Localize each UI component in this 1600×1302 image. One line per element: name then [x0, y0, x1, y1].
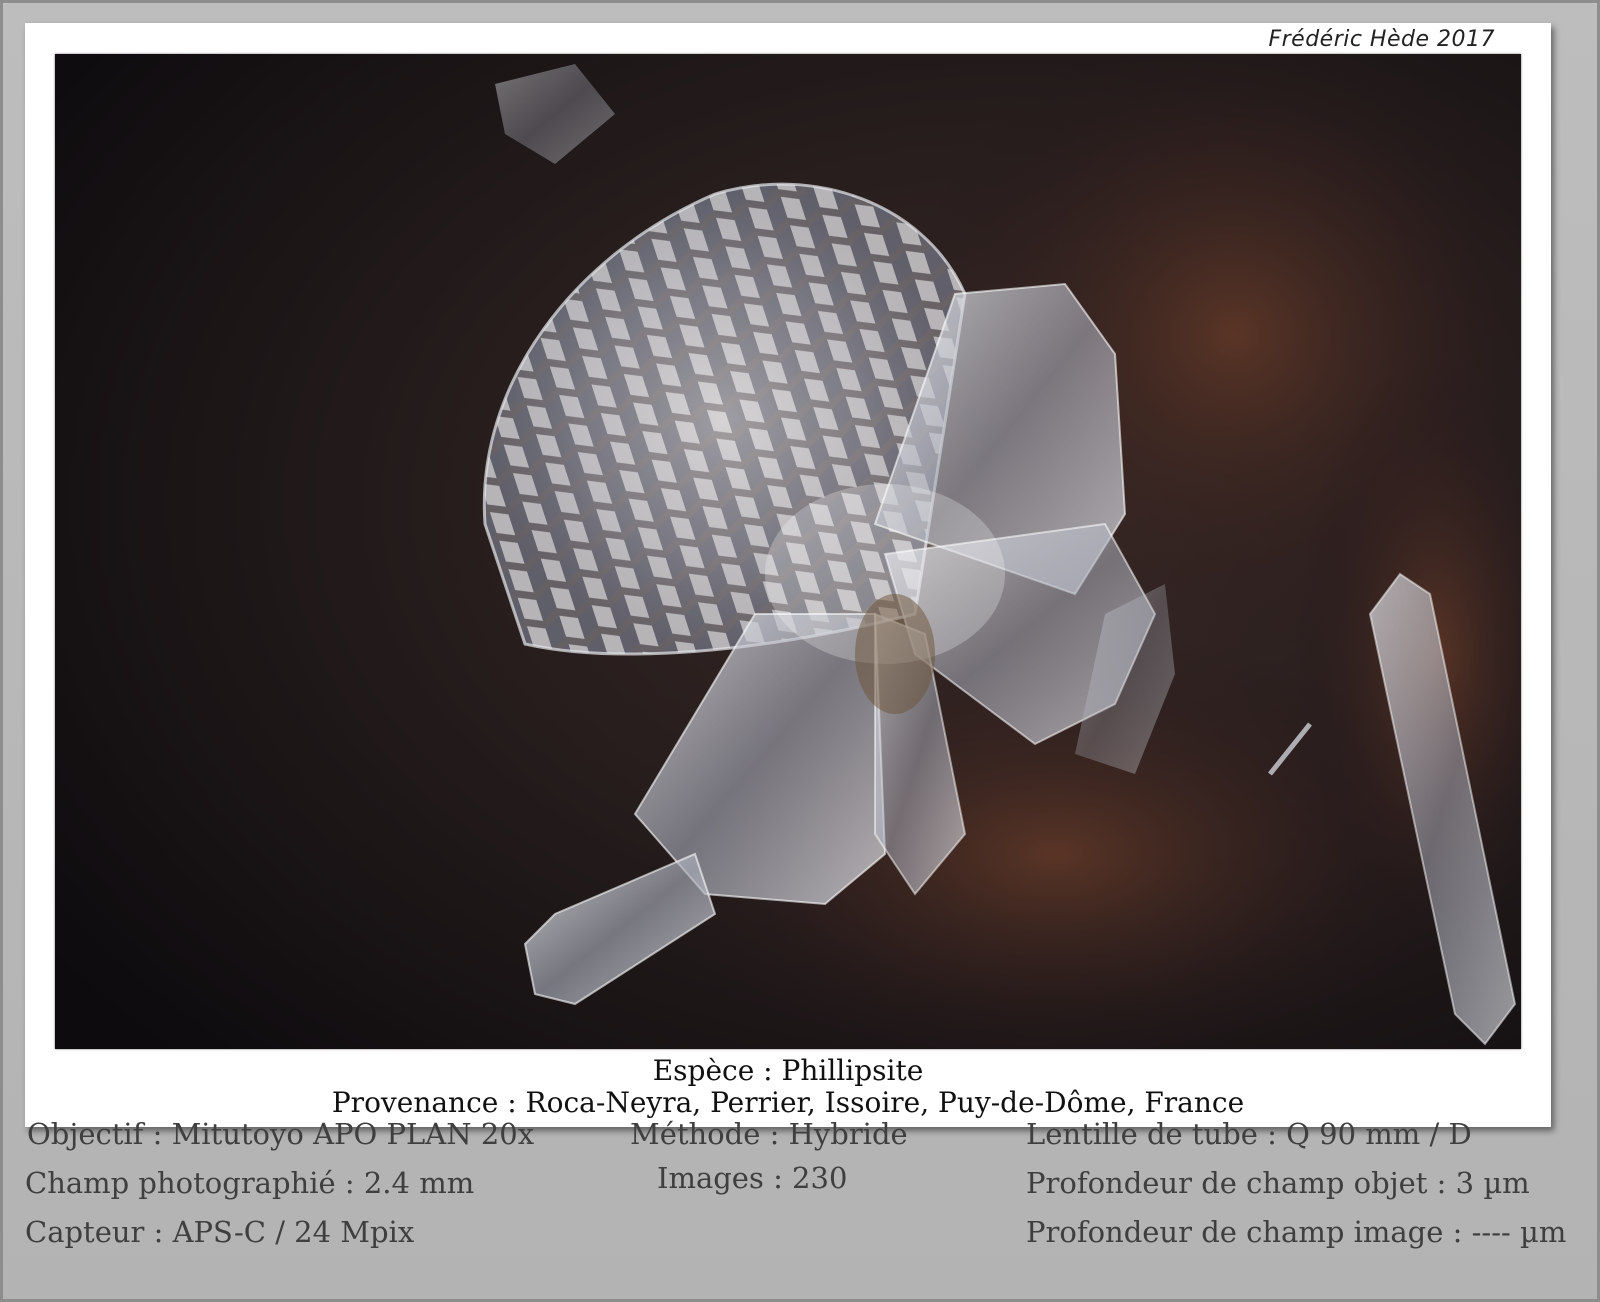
images-spec: Images : 230 [657, 1161, 848, 1195]
outer-frame: Frédéric Hède 2017 Espèce: Phillipsite … [0, 0, 1600, 1302]
objective-spec: Objectif : Mitutoyo APO PLAN 20x [27, 1117, 535, 1151]
photographer-signature: Frédéric Hède 2017 [1268, 27, 1495, 52]
image-dof-spec: Profondeur de champ image : ---- µm [1026, 1215, 1567, 1249]
specimen-caption: Espèce : Phillipsite Provenance : Roca-N… [25, 1055, 1551, 1119]
species-label: Espèce : Phillipsite [652, 1054, 924, 1087]
field-spec: Champ photographié : 2.4 mm [25, 1166, 475, 1200]
photo-card: Frédéric Hède 2017 Espèce: Phillipsite … [25, 23, 1551, 1127]
tube-lens-spec: Lentille de tube : Q 90 mm / D [1026, 1117, 1472, 1151]
origin-label: Provenance : Roca-Neyra, Perrier, Issoir… [331, 1086, 1245, 1119]
specimen-photo [55, 54, 1521, 1049]
object-dof-spec: Profondeur de champ objet : 3 µm [1026, 1166, 1530, 1200]
sensor-spec: Capteur : APS-C / 24 Mpix [25, 1215, 415, 1249]
method-spec: Méthode : Hybride [630, 1117, 908, 1151]
crystal-photo-illustration [55, 54, 1521, 1049]
